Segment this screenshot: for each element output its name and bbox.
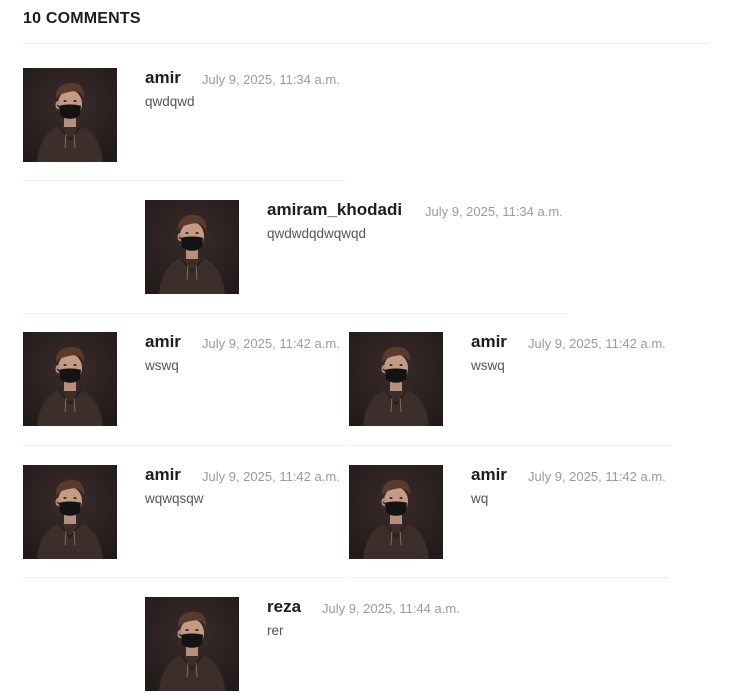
comment-date: July 9, 2025, 11:42 a.m. [202, 336, 340, 351]
comment-text: rer [267, 623, 284, 638]
heading-divider [23, 43, 709, 44]
user-avatar-icon[interactable] [23, 332, 117, 426]
user-avatar-icon[interactable] [23, 465, 117, 559]
comment-date: July 9, 2025, 11:34 a.m. [202, 72, 340, 87]
user-avatar-icon[interactable] [23, 68, 117, 162]
comment-divider [23, 577, 345, 578]
comment-date: July 9, 2025, 11:34 a.m. [425, 204, 563, 219]
comment-author[interactable]: amir [145, 68, 181, 88]
comment-date: July 9, 2025, 11:44 a.m. [322, 601, 460, 616]
comment-author[interactable]: amir [471, 465, 507, 485]
comment-text: wswq [471, 358, 505, 373]
comment-author[interactable]: amir [145, 465, 181, 485]
comment-divider [349, 577, 670, 578]
user-avatar-icon[interactable] [349, 332, 443, 426]
comment-date: July 9, 2025, 11:42 a.m. [528, 469, 666, 484]
comment-author[interactable]: reza [267, 597, 301, 617]
comment-divider [23, 180, 345, 181]
comment-text: wqwqsqw [145, 491, 204, 506]
user-avatar-icon[interactable] [349, 465, 443, 559]
comment-text: wq [471, 491, 489, 506]
comment-author[interactable]: amiram_khodadi [267, 200, 402, 220]
user-avatar-icon[interactable] [145, 597, 239, 691]
comment-text: qwdqwd [145, 94, 195, 109]
comment-divider [349, 445, 670, 446]
comment-divider [23, 445, 345, 446]
user-avatar-icon[interactable] [145, 200, 239, 294]
comment-text: wswq [145, 358, 179, 373]
comment-text: qwdwdqdwqwqd [267, 226, 367, 241]
comment-author[interactable]: amir [471, 332, 507, 352]
comment-author[interactable]: amir [145, 332, 181, 352]
comments-heading: 10 COMMENTS [23, 10, 141, 27]
comment-date: July 9, 2025, 11:42 a.m. [202, 469, 340, 484]
comment-date: July 9, 2025, 11:42 a.m. [528, 336, 666, 351]
comment-divider [23, 313, 568, 314]
